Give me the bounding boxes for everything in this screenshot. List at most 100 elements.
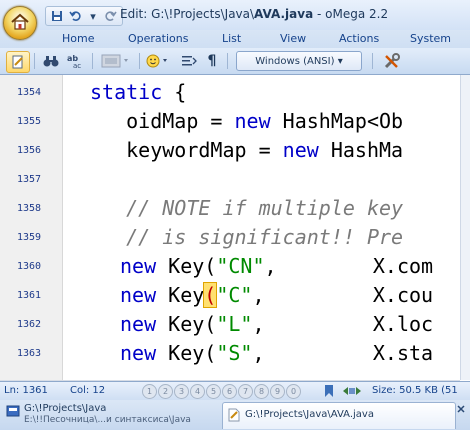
code-text: , X.com	[264, 254, 434, 278]
column-indicator: Col: 12	[70, 385, 106, 396]
document-tabs: G:\!Projects\Java E:\!!Песочница\...и си…	[0, 400, 470, 430]
screen-icon[interactable]	[98, 51, 134, 71]
keyword: static	[90, 80, 163, 104]
code-text: keywordMap =	[90, 138, 283, 162]
bookmark-slot[interactable]: 4	[190, 384, 205, 399]
document-icon	[228, 408, 240, 422]
document-tab[interactable]: G:\!Projects\Java E:\!!Песочница\...и си…	[2, 402, 214, 428]
code-line-comment: // NOTE if multiple key	[90, 196, 404, 220]
line-number-gutter: 1354 1355 1356 1357 1358 1359 1360 1361 …	[0, 75, 63, 380]
encoding-dropdown[interactable]: Windows (ANSI) ▾	[236, 51, 362, 71]
code-text: oidMap =	[90, 109, 235, 133]
line-number: 1358	[16, 203, 42, 214]
ribbon-tabs: Home Operations List View Actions System	[0, 30, 470, 48]
title-path: G:\!Projects\Java\	[151, 7, 255, 21]
smiley-icon[interactable]	[144, 51, 174, 71]
close-icon[interactable]	[456, 404, 466, 416]
status-bar: Ln: 1361 Col: 12 1 2 3 4 5 6 7 8 9 0 Siz…	[0, 381, 470, 400]
code-text: , X.sta	[252, 341, 434, 365]
code-line: oidMap = new HashMap<Ob	[90, 107, 403, 135]
line-indicator: Ln: 1361	[4, 385, 48, 396]
bookmark-slot[interactable]: 7	[238, 384, 253, 399]
code-line: new Key("S", X.sta	[120, 339, 433, 367]
document-tab-title: G:\!Projects\Java	[24, 403, 107, 414]
list-icon[interactable]	[178, 51, 200, 71]
tab-operations[interactable]: Operations	[128, 32, 188, 45]
code-text: HashMa	[318, 138, 404, 162]
toolbar-separator	[227, 53, 228, 69]
pilcrow-icon[interactable]: ¶	[202, 51, 222, 71]
encoding-label: Windows (ANSI)	[255, 55, 335, 67]
code-line-current: new Key("C", X.cou	[120, 281, 433, 309]
binoculars-search-icon[interactable]	[40, 51, 62, 71]
file-size: Size: 50.5 KB (51	[372, 385, 458, 396]
bookmark-slot[interactable]: 6	[222, 384, 237, 399]
quick-access-toolbar: ▾	[45, 6, 123, 26]
save-icon[interactable]	[49, 8, 65, 24]
keyword: new	[120, 254, 157, 278]
settings-tools-icon[interactable]	[380, 51, 404, 71]
code-text: Key	[156, 283, 205, 307]
string-literal: "S"	[216, 341, 253, 365]
tab-view[interactable]: View	[280, 32, 306, 45]
bookmark-slot[interactable]: 0	[286, 384, 301, 399]
line-number: 1361	[16, 290, 42, 301]
bookmark-slot[interactable]: 2	[158, 384, 173, 399]
line-number: 1356	[16, 145, 42, 156]
toolbar: ab ac ¶ Windows (ANSI) ▾	[0, 48, 470, 75]
line-number: 1355	[16, 116, 42, 127]
code-line: new Key("L", X.loc	[120, 310, 433, 338]
vertical-scrollbar[interactable]	[460, 75, 470, 380]
app-orb-home-icon[interactable]	[3, 6, 37, 40]
string-literal: "L"	[216, 312, 253, 336]
code-line: static {	[90, 78, 186, 106]
toolbar-separator	[139, 53, 140, 69]
document-tab-active[interactable]: G:\!Projects\Java\AVA.java	[222, 402, 456, 429]
matched-brace: (	[203, 282, 218, 308]
code-text: , X.cou	[252, 283, 434, 307]
document-tab-path: E:\!!Песочница\...и синтаксиса\Java	[24, 415, 191, 425]
code-line: new Key("CN", X.com	[120, 252, 433, 280]
undo-icon[interactable]	[67, 8, 83, 24]
tab-home[interactable]: Home	[62, 32, 94, 45]
line-number: 1359	[16, 232, 42, 243]
bookmark-slot[interactable]: 8	[254, 384, 269, 399]
line-number: 1357	[16, 174, 42, 185]
bookmark-slot[interactable]: 3	[174, 384, 189, 399]
string-literal: "CN"	[216, 254, 265, 278]
tab-actions[interactable]: Actions	[339, 32, 379, 45]
keyword: new	[282, 138, 319, 162]
code-text: Key(	[156, 312, 217, 336]
line-number: 1360	[16, 261, 42, 272]
line-number: 1362	[16, 319, 42, 330]
tab-system[interactable]: System	[410, 32, 451, 45]
replace-icon[interactable]: ab ac	[64, 51, 86, 71]
dropdown-arrow-icon[interactable]: ▾	[85, 8, 101, 24]
code-text: , X.loc	[252, 312, 434, 336]
code-editor[interactable]: static { oidMap = new HashMap<Ob keyword…	[63, 75, 460, 380]
chevron-down-icon: ▾	[337, 55, 343, 67]
code-text: Key(	[156, 341, 217, 365]
bookmark-slot[interactable]: 5	[206, 384, 221, 399]
line-number: 1354	[16, 87, 42, 98]
keyword: new	[120, 312, 157, 336]
keyword: new	[120, 341, 157, 365]
window-title: Edit: G:\!Projects\Java\AVA.java - oMega…	[120, 7, 388, 21]
bookmark-slot[interactable]: 9	[270, 384, 285, 399]
tab-list[interactable]: List	[222, 32, 241, 45]
svg-text:ac: ac	[73, 62, 81, 69]
redo-icon[interactable]	[103, 8, 119, 24]
new-document-icon[interactable]	[6, 51, 30, 73]
title-bar: ▾ Edit: G:\!Projects\Java\AVA.java - oMe…	[0, 0, 470, 30]
toolbar-separator	[372, 53, 373, 69]
code-text: {	[162, 80, 187, 104]
string-literal: "C"	[216, 283, 253, 307]
toolbar-separator	[92, 53, 93, 69]
bookmark-slot[interactable]: 1	[142, 384, 157, 399]
keyword: new	[120, 283, 157, 307]
nav-arrows-icon[interactable]	[342, 384, 362, 401]
code-line: keywordMap = new HashMa	[90, 136, 403, 164]
keyword: new	[234, 109, 271, 133]
bookmark-icon[interactable]	[322, 384, 336, 401]
code-text: HashMap<Ob	[270, 109, 404, 133]
